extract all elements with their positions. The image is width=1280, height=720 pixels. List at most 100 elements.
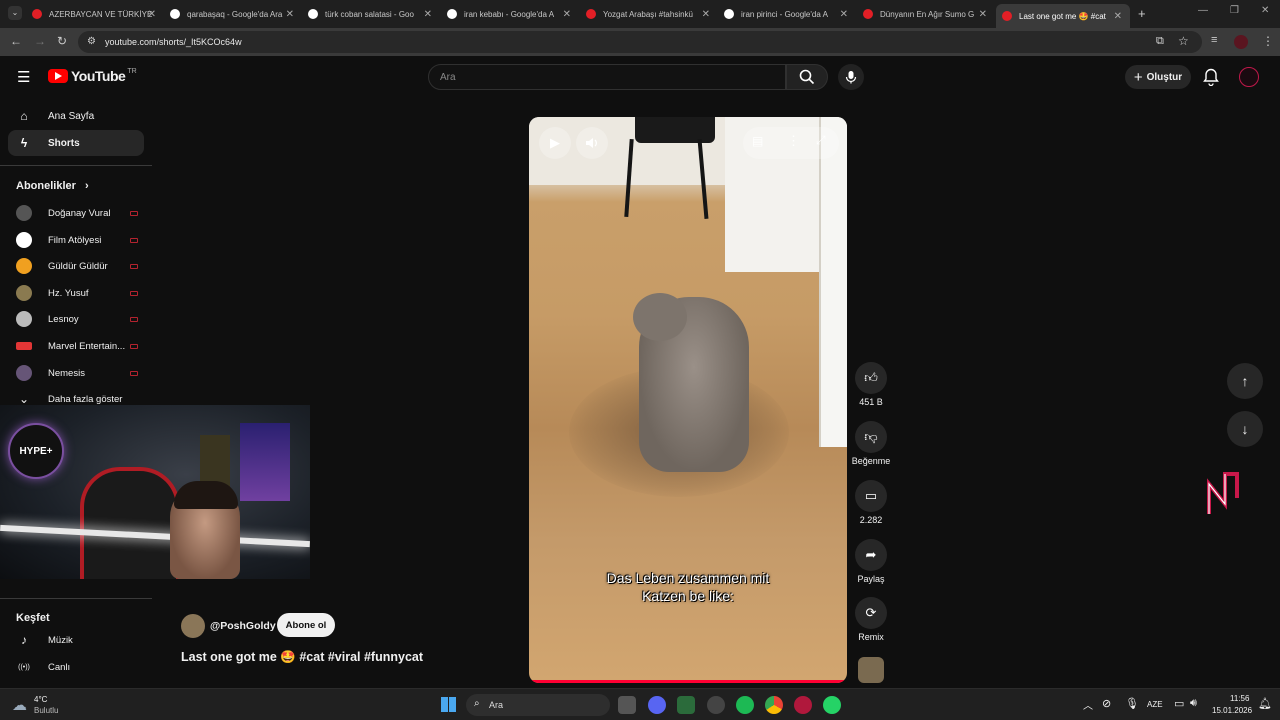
media-control-icon[interactable]: ≡: [1211, 34, 1217, 46]
maximize-icon[interactable]: ❐: [1230, 5, 1239, 16]
sidebar-item-home[interactable]: ⌂ Ana Sayfa: [8, 103, 144, 129]
back-icon[interactable]: ←: [10, 34, 22, 48]
dislike-button[interactable]: 👎︎ Beğenme: [852, 421, 890, 466]
close-tab-icon[interactable]: ✕: [840, 9, 848, 20]
clock-date[interactable]: 15.01.2026: [1212, 706, 1252, 715]
display-icon[interactable]: ▭: [1174, 697, 1184, 710]
create-button[interactable]: + Oluştur: [1125, 65, 1191, 89]
close-tab-icon[interactable]: ✕: [1114, 11, 1122, 22]
browser-tab[interactable]: iran pirinci - Google'da A ✕: [724, 4, 848, 24]
subscription-item[interactable]: Lesnoy: [16, 309, 138, 329]
site-info-icon[interactable]: ⚙: [87, 36, 96, 47]
chair-seat: [635, 117, 715, 143]
short-video-player[interactable]: ▶ ▤ ⋮ ⤢ Das Leben zusammen mit Katzen be…: [529, 117, 847, 683]
sidebar-item-shorts[interactable]: ϟ Shorts: [8, 130, 144, 156]
subscription-item[interactable]: Güldür Güldür: [16, 256, 138, 276]
channel-name[interactable]: @PoshGoldy: [210, 620, 276, 632]
next-short-button[interactable]: ↓: [1227, 411, 1263, 447]
close-tab-icon[interactable]: ✕: [702, 9, 710, 20]
show-hidden-icons[interactable]: ︿: [1083, 697, 1093, 712]
subscribe-button[interactable]: Abone ol: [277, 613, 335, 637]
network-icon[interactable]: ⊘: [1102, 697, 1111, 710]
clock-time[interactable]: 11:56: [1230, 694, 1249, 703]
app-icon[interactable]: [707, 696, 725, 714]
volume-icon[interactable]: 🔊︎: [1190, 697, 1197, 710]
video-caption-line: Katzen be like:: [642, 588, 734, 604]
weather-temperature[interactable]: 4°C: [34, 695, 47, 704]
weather-condition[interactable]: Bulutlu: [34, 706, 58, 715]
whatsapp-icon[interactable]: [823, 696, 841, 714]
sound-thumbnail[interactable]: [858, 657, 884, 683]
reload-icon[interactable]: ↻: [57, 34, 67, 48]
subscription-item[interactable]: Marvel Entertain...: [16, 336, 138, 356]
subscription-item[interactable]: Hz. Yusuf: [16, 283, 138, 303]
more-options-icon[interactable]: ⋮: [787, 133, 800, 149]
browser-tab-active[interactable]: Last one got me 🤩 #cat ✕: [996, 4, 1130, 28]
search-button[interactable]: [786, 64, 828, 90]
subscription-item[interactable]: Film Atölyesi: [16, 230, 138, 250]
close-window-icon[interactable]: ✕: [1261, 5, 1269, 16]
volume-button[interactable]: [576, 127, 608, 159]
browser-tab[interactable]: türk coban salatasi - Goo ✕: [308, 4, 432, 24]
forward-icon[interactable]: →: [34, 34, 46, 48]
url-field[interactable]: ⚙ youtube.com/shorts/_It5KCOc64w ⧉ ☆: [78, 31, 1202, 53]
thumbs-down-icon: 👎︎: [855, 421, 887, 453]
install-app-icon[interactable]: ⧉: [1156, 35, 1164, 48]
like-button[interactable]: 👍︎ 451 B: [855, 362, 887, 407]
file-explorer-icon[interactable]: [618, 696, 636, 714]
browser-tab[interactable]: Dünyanın En Ağır Sumo G ✕: [863, 4, 987, 24]
app-icon[interactable]: [677, 696, 695, 714]
voice-search-button[interactable]: [838, 64, 864, 90]
progress-bar[interactable]: [529, 680, 847, 683]
hamburger-menu-icon[interactable]: ☰: [17, 68, 30, 86]
arrow-up-icon: ↑: [1241, 373, 1249, 389]
profile-avatar[interactable]: [1234, 35, 1248, 49]
app-icon[interactable]: [794, 696, 812, 714]
youtube-logo[interactable]: YouTube TR: [48, 68, 137, 84]
close-tab-icon[interactable]: ✕: [563, 9, 571, 20]
close-tab-icon[interactable]: ✕: [979, 9, 987, 20]
new-tab-icon[interactable]: +: [1138, 6, 1146, 21]
live-indicator-icon: [130, 263, 138, 269]
language-indicator[interactable]: AZE: [1147, 700, 1163, 709]
channel-avatar[interactable]: [181, 614, 205, 638]
bookmark-star-icon[interactable]: ☆: [1178, 34, 1189, 48]
subscriptions-heading[interactable]: Abonelikler ›: [16, 180, 89, 192]
chrome-icon[interactable]: [765, 696, 783, 714]
fullscreen-icon[interactable]: ⤢: [816, 133, 826, 148]
microphone-icon[interactable]: 🎙︎: [1125, 697, 1139, 710]
browser-tab[interactable]: iran kebabı - Google'da A ✕: [447, 4, 571, 24]
play-button[interactable]: ▶: [539, 127, 571, 159]
streamer-logo-icon: [1207, 472, 1239, 514]
notifications-bell-icon[interactable]: [1203, 68, 1219, 86]
sidebar-divider: [0, 165, 152, 166]
minimize-icon[interactable]: —: [1198, 5, 1208, 16]
discord-icon[interactable]: [648, 696, 666, 714]
close-tab-icon[interactable]: ✕: [148, 9, 156, 20]
close-tab-icon[interactable]: ✕: [286, 9, 294, 20]
previous-short-button[interactable]: ↑: [1227, 363, 1263, 399]
remix-button[interactable]: ⟳ Remix: [855, 597, 887, 642]
spotify-icon[interactable]: [736, 696, 754, 714]
subscription-item[interactable]: Doğanay Vural: [16, 203, 138, 223]
channel-avatar: [16, 258, 32, 274]
subscription-item[interactable]: Nemesis: [16, 363, 138, 383]
youtube-play-logo-icon: [48, 69, 68, 83]
taskbar-search[interactable]: ⌕ Ara: [466, 694, 610, 716]
captions-icon[interactable]: ▤: [752, 134, 763, 148]
sidebar-item-live[interactable]: ((•)) Canlı: [16, 657, 138, 677]
browser-menu-icon[interactable]: ⋮: [1262, 34, 1274, 48]
browser-tab[interactable]: Yozgat Arabaşı #tahsinkü ✕: [586, 4, 710, 24]
close-tab-icon[interactable]: ✕: [424, 9, 432, 20]
notification-bell-icon[interactable]: 🔔︎: [1258, 697, 1272, 710]
tab-list-dropdown-icon[interactable]: ⌄: [8, 6, 22, 20]
account-avatar[interactable]: [1239, 67, 1259, 87]
search-input[interactable]: Ara: [428, 64, 786, 90]
browser-tab[interactable]: qarabaşaq - Google'da Ara ✕: [170, 4, 294, 24]
browser-tab[interactable]: AZERBAYCAN VE TÜRKİYE ✕: [32, 4, 156, 24]
windows-start-icon[interactable]: [441, 697, 456, 712]
sidebar-item-music[interactable]: ♪ Müzik: [16, 630, 138, 650]
weather-cloud-icon[interactable]: ☁: [12, 696, 27, 714]
comments-button[interactable]: ▭ 2.282: [855, 480, 887, 525]
share-button[interactable]: ➦ Paylaş: [855, 539, 887, 584]
